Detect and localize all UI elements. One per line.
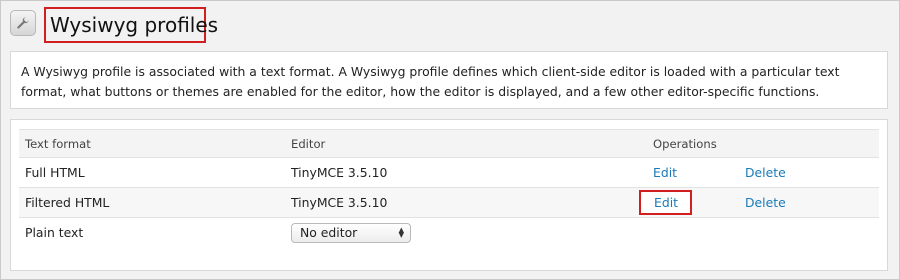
row-format: Filtered HTML: [19, 187, 285, 218]
row-editor: TinyMCE 3.5.10: [285, 187, 647, 218]
header-text-format: Text format: [19, 129, 285, 158]
wrench-icon[interactable]: [10, 10, 36, 36]
row-format: Full HTML: [19, 157, 285, 188]
header-editor: Editor: [285, 129, 647, 158]
page-frame: Wysiwyg profiles A Wysiwyg profile is as…: [0, 0, 900, 280]
table-header-row: Text format Editor Operations: [19, 129, 879, 158]
table-row: Full HTML TinyMCE 3.5.10 Edit Delete: [19, 157, 879, 188]
table-row: Filtered HTML TinyMCE 3.5.10 Edit Delete: [19, 187, 879, 218]
page-title: Wysiwyg profiles: [50, 13, 219, 37]
edit-link-highlight: Edit: [639, 190, 692, 215]
select-arrows-icon: ▲ ▼: [398, 225, 404, 239]
page-title-highlight: Wysiwyg profiles: [44, 7, 218, 43]
profiles-table: Text format Editor Operations Full HTML …: [19, 129, 879, 248]
editor-select-value: No editor: [300, 225, 358, 241]
delete-link[interactable]: Delete: [745, 195, 786, 210]
editor-select[interactable]: No editor ▲ ▼: [291, 222, 411, 243]
page-header: Wysiwyg profiles: [10, 7, 890, 43]
page-description: A Wysiwyg profile is associated with a t…: [10, 51, 888, 109]
row-editor: TinyMCE 3.5.10: [285, 157, 647, 188]
delete-link[interactable]: Delete: [745, 165, 786, 180]
row-format: Plain text: [25, 225, 84, 241]
edit-link[interactable]: Edit: [654, 195, 678, 210]
profiles-table-container: Text format Editor Operations Full HTML …: [10, 119, 888, 271]
edit-link[interactable]: Edit: [653, 165, 677, 180]
table-row: Plain text No editor ▲ ▼: [19, 218, 879, 248]
header-operations: Operations: [647, 129, 879, 158]
